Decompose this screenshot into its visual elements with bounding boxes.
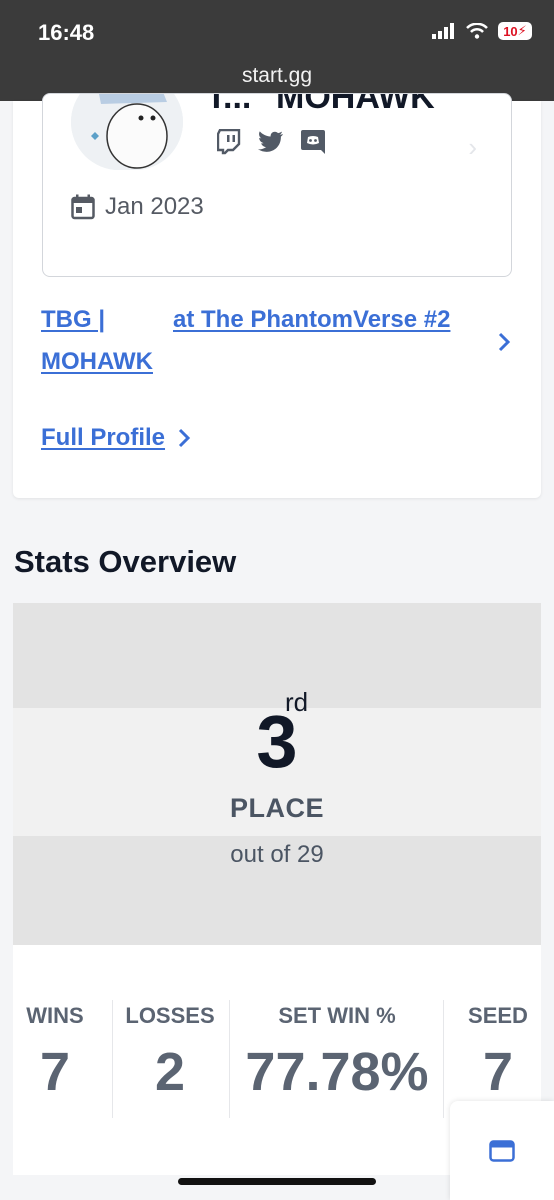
player-name: MOHAWK — [276, 93, 435, 116]
placement-label: PLACE — [229, 793, 324, 823]
event-link[interactable]: at The PhantomVerse #2 — [173, 306, 450, 334]
divider — [229, 1000, 230, 1118]
divider — [443, 1000, 444, 1118]
avatar — [71, 94, 183, 170]
url-bar[interactable]: start.gg — [0, 64, 554, 88]
browser-status-bar: 16:48 10 ⚡ start.gg — [0, 0, 554, 101]
calendar-icon — [71, 194, 95, 220]
placement-suffix: rd — [285, 687, 309, 717]
stat-wins: WINS 7 — [13, 1003, 97, 1103]
chevron-right-icon — [178, 428, 191, 448]
status-icons: 10 ⚡ — [432, 22, 532, 40]
entrant-name[interactable]: MOHAWK — [41, 348, 153, 376]
stat-value: 7 — [39, 1042, 71, 1102]
battery-level: 10 — [503, 23, 518, 39]
stat-set-win-pct: SET WIN % 77.78% — [231, 1003, 443, 1103]
placement-card: 3 rd PLACE out of 29 — [13, 603, 541, 947]
twitter-icon[interactable] — [257, 128, 285, 156]
event-date: Jan 2023 — [105, 193, 204, 220]
placement-number: 3 — [256, 700, 298, 783]
battery-icon: 10 ⚡ — [498, 22, 532, 40]
discord-icon[interactable] — [299, 128, 327, 156]
wifi-icon — [466, 23, 488, 39]
full-profile-link[interactable]: Full Profile — [41, 424, 191, 452]
full-profile-label[interactable]: Full Profile — [41, 424, 165, 452]
home-indicator — [178, 1178, 376, 1185]
twitch-icon[interactable] — [215, 128, 243, 156]
placement-total: out of 29 — [230, 841, 324, 868]
window-icon — [489, 1139, 515, 1162]
chevron-right-icon — [498, 332, 511, 352]
tabs-button[interactable] — [450, 1101, 554, 1200]
signal-icon — [432, 23, 454, 39]
stat-label: SEED — [468, 1003, 528, 1028]
entrant-panel: T... MOHAWK › Jan 2023 TBG | MOHAWK at T… — [13, 93, 541, 498]
stat-label: LOSSES — [125, 1003, 215, 1028]
social-links — [215, 128, 327, 156]
stat-value: 2 — [154, 1042, 186, 1102]
entrant-team[interactable]: TBG | — [41, 306, 105, 334]
date-row: Jan 2023 — [71, 193, 204, 221]
stat-seed: SEED 7 — [455, 1003, 541, 1103]
player-prefix: T... — [206, 93, 252, 116]
stat-value: 7 — [482, 1042, 514, 1102]
chevron-right-icon: › — [468, 132, 477, 162]
stat-value: 77.78% — [245, 1042, 429, 1102]
stat-losses: LOSSES 2 — [113, 1003, 227, 1103]
profile-card[interactable]: T... MOHAWK › Jan 2023 — [42, 93, 512, 277]
stat-label: SET WIN % — [278, 1003, 396, 1028]
avatar-image — [71, 94, 183, 170]
clock: 16:48 — [38, 20, 95, 45]
stats-overview-title: Stats Overview — [14, 544, 237, 579]
stat-label: WINS — [26, 1003, 84, 1028]
